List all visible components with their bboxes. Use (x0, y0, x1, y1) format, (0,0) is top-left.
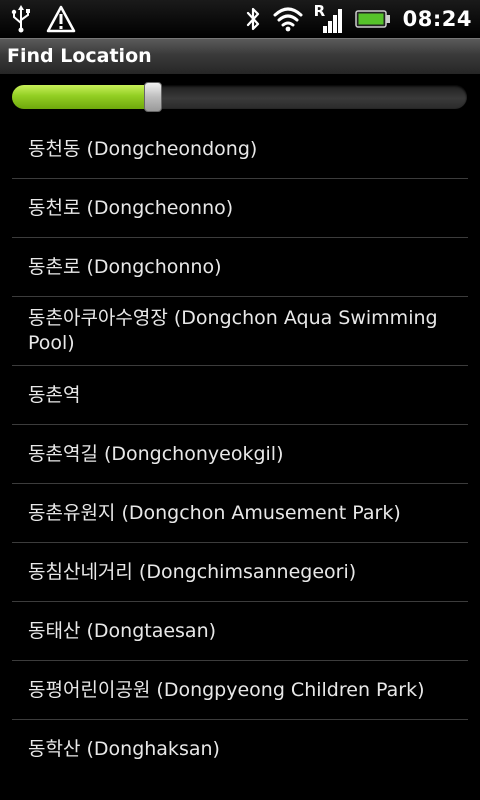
list-item[interactable]: 동촌로 (Dongchonno) (12, 238, 468, 297)
wifi-icon (273, 6, 303, 32)
location-label: 동촌역길 (Dongchonyeokgil) (28, 442, 284, 465)
list-item[interactable]: 동천로 (Dongcheonno) (12, 179, 468, 238)
list-item[interactable]: 동촌유원지 (Dongchon Amusement Park) (12, 484, 468, 543)
progress-fill (12, 85, 153, 109)
status-icons-right: R 08:24 (245, 2, 472, 34)
clock: 08:24 (402, 7, 472, 31)
page-title: Find Location (7, 45, 152, 67)
location-label: 동평어린이공원 (Dongpyeong Children Park) (28, 678, 425, 701)
signal-roaming-icon: R (313, 2, 343, 34)
warning-icon (46, 5, 76, 33)
list-item[interactable]: 동태산 (Dongtaesan) (12, 602, 468, 661)
progress-bar[interactable] (12, 82, 467, 112)
list-item[interactable]: 동평어린이공원 (Dongpyeong Children Park) (12, 661, 468, 720)
list-item[interactable]: 동침산네거리 (Dongchimsannegeori) (12, 543, 468, 602)
list-item[interactable]: 동촌아쿠아수영장 (Dongchon Aqua Swimming Pool) (12, 297, 468, 366)
progress-thumb[interactable] (144, 82, 162, 112)
location-label: 동촌역 (28, 383, 81, 406)
location-label: 동학산 (Donghaksan) (28, 738, 220, 760)
location-list: 동천동 (Dongcheondong) 동천로 (Dongcheonno) 동촌로 … (12, 120, 468, 779)
list-item[interactable]: 동학산 (Donghaksan) (12, 720, 468, 779)
location-label: 동천로 (Dongcheonno) (28, 196, 234, 219)
bluetooth-icon (245, 5, 261, 33)
list-item[interactable]: 동촌역 (12, 366, 468, 425)
location-label: 동천동 (Dongcheondong) (28, 137, 258, 160)
location-label: 동촌유원지 (Dongchon Amusement Park) (28, 501, 401, 524)
location-label: 동촌아쿠아수영장 (Dongchon Aqua Swimming Pool) (28, 307, 438, 354)
roaming-indicator: R (313, 2, 326, 20)
list-item[interactable]: 동천동 (Dongcheondong) (12, 120, 468, 179)
location-label: 동침산네거리 (Dongchimsannegeori) (28, 560, 357, 583)
status-icons-left (10, 4, 76, 34)
title-bar: Find Location (0, 38, 480, 74)
status-bar: R 08:24 (0, 0, 480, 38)
location-label: 동태산 (Dongtaesan) (28, 619, 217, 642)
usb-icon (10, 5, 32, 33)
battery-icon (354, 8, 391, 30)
location-label: 동촌로 (Dongchonno) (28, 255, 222, 278)
list-item[interactable]: 동촌역길 (Dongchonyeokgil) (12, 425, 468, 484)
